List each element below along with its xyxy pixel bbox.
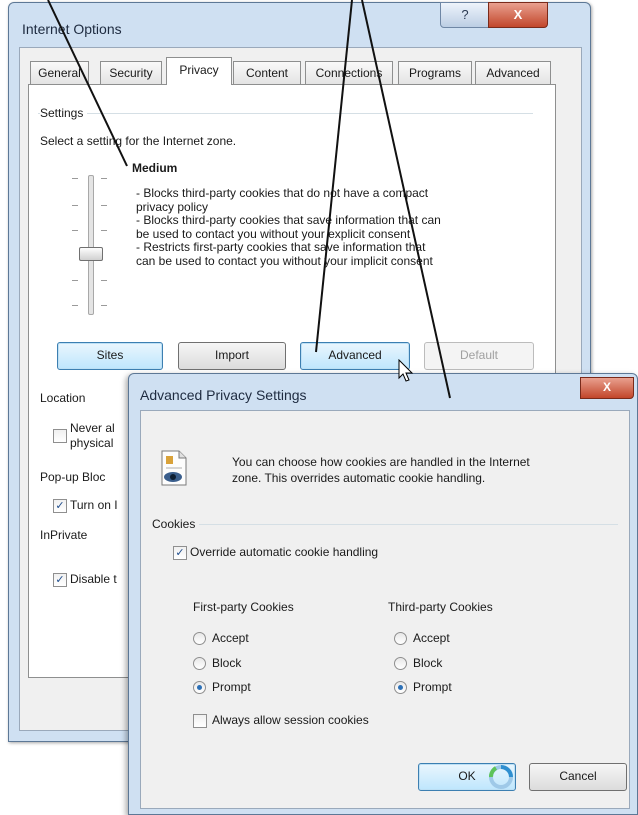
slider-tick: [101, 205, 107, 206]
popup-check-label: Turn on I: [70, 498, 118, 512]
third-party-header: Third-party Cookies: [388, 600, 493, 614]
override-label: Override automatic cookie handling: [190, 545, 379, 559]
privacy-level-slider[interactable]: [88, 175, 94, 315]
cookies-group-line: [152, 524, 618, 525]
privacy-level-description: - Blocks third-party cookies that do not…: [136, 186, 526, 268]
first-party-prompt-label: Prompt: [212, 680, 251, 694]
slider-tick: [101, 230, 107, 231]
mouse-pointer-icon: [398, 359, 414, 382]
settings-group-line: [38, 113, 533, 114]
third-party-prompt-label: Prompt: [413, 680, 452, 694]
slider-tick: [72, 205, 78, 206]
session-cookies-label: Always allow session cookies: [212, 713, 369, 727]
advanced-info-text: You can choose how cookies are handled i…: [232, 454, 617, 486]
first-party-block-radio[interactable]: [193, 657, 206, 670]
location-checkbox[interactable]: [53, 429, 67, 443]
cookies-group-label: Cookies: [152, 517, 200, 531]
window-title: Internet Options: [22, 21, 122, 37]
slider-tick: [101, 280, 107, 281]
first-party-header: First-party Cookies: [193, 600, 294, 614]
cancel-button[interactable]: Cancel: [529, 763, 627, 791]
settings-group-label: Settings: [40, 106, 88, 120]
tab-advanced[interactable]: Advanced: [475, 61, 551, 84]
override-checkbox[interactable]: ✓: [173, 546, 187, 560]
inprivate-checkbox[interactable]: ✓: [53, 573, 67, 587]
third-party-block-label: Block: [413, 656, 443, 670]
third-party-block-radio[interactable]: [394, 657, 407, 670]
description-line: - Blocks third-party cookies that do not…: [136, 186, 429, 200]
zone-prompt: Select a setting for the Internet zone.: [40, 134, 237, 148]
first-party-block-label: Block: [212, 656, 242, 670]
session-cookies-checkbox[interactable]: [193, 714, 207, 728]
slider-tick: [72, 178, 78, 179]
first-party-accept-label: Accept: [212, 631, 249, 645]
close-button[interactable]: X: [488, 2, 548, 28]
description-line: - Restricts first-party cookies that sav…: [136, 240, 426, 254]
description-line: privacy policy: [136, 199, 209, 214]
info-line: zone. This overrides automatic cookie ha…: [232, 471, 486, 485]
slider-tick: [72, 230, 78, 231]
slider-tick: [72, 280, 78, 281]
advanced-privacy-title: Advanced Privacy Settings: [140, 387, 307, 403]
location-check-label-2: physical: [70, 436, 114, 450]
first-party-prompt-radio[interactable]: [193, 681, 206, 694]
location-group-label: Location: [40, 391, 90, 405]
slider-tick: [101, 305, 107, 306]
description-line: be used to contact you without your expl…: [136, 226, 411, 241]
help-button[interactable]: ?: [440, 2, 490, 28]
info-line: You can choose how cookies are handled i…: [232, 455, 530, 469]
tab-connections[interactable]: Connections: [305, 61, 393, 84]
import-button[interactable]: Import: [178, 342, 286, 370]
advanced-close-button[interactable]: X: [580, 377, 634, 399]
advanced-button[interactable]: Advanced: [300, 342, 410, 370]
slider-thumb[interactable]: [79, 247, 103, 261]
busy-spinner-icon: [489, 765, 513, 789]
tab-general[interactable]: General: [30, 61, 89, 84]
location-check-label: Never al: [70, 421, 115, 435]
tab-security[interactable]: Security: [100, 61, 162, 84]
tab-programs[interactable]: Programs: [398, 61, 472, 84]
slider-tick: [72, 305, 78, 306]
inprivate-check-label: Disable t: [70, 572, 117, 586]
privacy-level-name: Medium: [132, 161, 178, 175]
tab-privacy[interactable]: Privacy: [166, 57, 232, 85]
privacy-document-icon: [161, 450, 187, 486]
sites-button[interactable]: Sites: [57, 342, 163, 370]
first-party-accept-radio[interactable]: [193, 632, 206, 645]
tab-content[interactable]: Content: [233, 61, 301, 84]
description-line: can be used to contact you without your …: [136, 253, 433, 268]
third-party-accept-radio[interactable]: [394, 632, 407, 645]
default-button[interactable]: Default: [424, 342, 534, 370]
popup-blocker-checkbox[interactable]: ✓: [53, 499, 67, 513]
inprivate-group-label: InPrivate: [40, 528, 92, 542]
third-party-prompt-radio[interactable]: [394, 681, 407, 694]
slider-tick: [101, 178, 107, 179]
third-party-accept-label: Accept: [413, 631, 450, 645]
popup-group-label: Pop-up Bloc: [40, 470, 106, 484]
description-line: - Blocks third-party cookies that save i…: [136, 213, 441, 227]
